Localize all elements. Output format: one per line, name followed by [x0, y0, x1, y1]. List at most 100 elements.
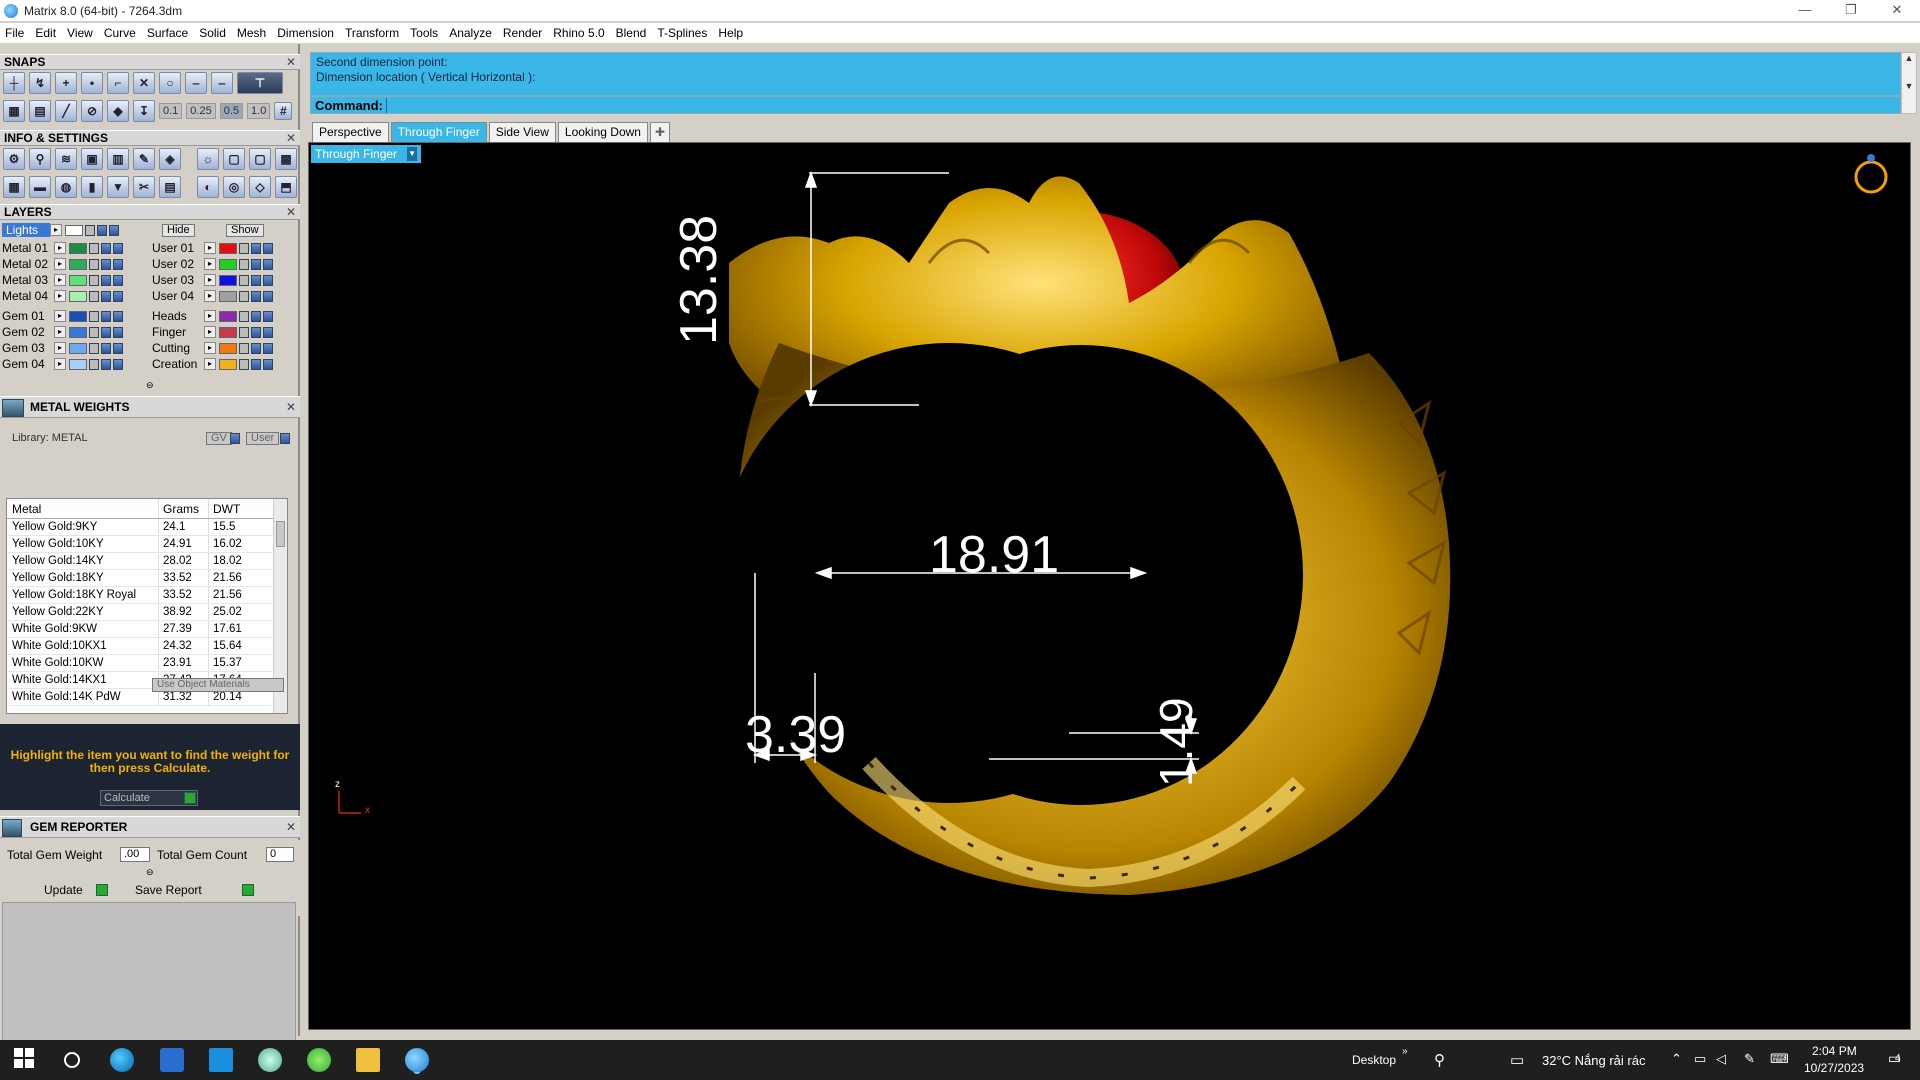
add-tab-icon[interactable]: ✚: [649, 122, 670, 142]
expand-icon[interactable]: ▸: [204, 242, 216, 254]
table-row[interactable]: Yellow Gold:10KY 24.91 16.02: [7, 536, 287, 553]
select-icon[interactable]: [113, 258, 123, 270]
save-icon[interactable]: ▤: [159, 176, 181, 198]
layer-row[interactable]: Heads ▸: [152, 309, 273, 323]
menu-mesh[interactable]: Mesh: [237, 26, 266, 40]
command-input[interactable]: [386, 98, 1886, 113]
camera-icon[interactable]: ▢: [223, 148, 245, 170]
visible-icon[interactable]: [251, 258, 261, 270]
visible-icon[interactable]: [101, 358, 111, 370]
select-icon[interactable]: [113, 290, 123, 302]
select-icon[interactable]: [263, 290, 273, 302]
desktop-toolbar[interactable]: Desktop: [1352, 1053, 1396, 1067]
table-row[interactable]: Yellow Gold:18KY Royal 33.52 21.56: [7, 587, 287, 604]
tab-through-finger[interactable]: Through Finger: [390, 122, 487, 142]
color-swatch[interactable]: [219, 258, 237, 270]
matrix-taskbar-icon[interactable]: [405, 1048, 429, 1072]
material-icon[interactable]: ◐: [197, 176, 219, 198]
snap-perp-icon[interactable]: ○: [159, 72, 181, 94]
expand-icon[interactable]: ▸: [204, 258, 216, 270]
snap-int-icon[interactable]: ✕: [133, 72, 155, 94]
expand-icon[interactable]: ▸: [54, 342, 66, 354]
doc-icon[interactable]: ▥: [107, 148, 129, 170]
ortho-icon[interactable]: ╱: [55, 100, 77, 122]
color-swatch[interactable]: [219, 310, 237, 322]
lock-icon[interactable]: [239, 242, 249, 254]
layer-row[interactable]: User 01 ▸: [152, 241, 273, 255]
visible-icon[interactable]: [251, 290, 261, 302]
calculate-button[interactable]: Calculate: [100, 790, 198, 806]
people-icon[interactable]: ⚲: [1434, 1051, 1445, 1069]
keyboard-icon[interactable]: ⌨: [1770, 1051, 1789, 1067]
file-explorer-icon[interactable]: [356, 1048, 380, 1072]
snap-value[interactable]: 0.1: [159, 103, 183, 119]
table-row[interactable]: Yellow Gold:14KY 28.02 18.02: [7, 553, 287, 570]
menu-file[interactable]: File: [5, 26, 24, 40]
menu-analyze[interactable]: Analyze: [449, 26, 492, 40]
color-swatch[interactable]: [219, 274, 237, 286]
layer-row[interactable]: Cutting ▸: [152, 341, 273, 355]
chevron-down-icon[interactable]: ▼: [1902, 81, 1916, 91]
layer-row[interactable]: Gem 01 ▸: [2, 309, 123, 323]
hide-button[interactable]: Hide: [162, 224, 195, 237]
layer-row[interactable]: Gem 04 ▸: [2, 357, 123, 371]
layer-row[interactable]: Metal 04 ▸: [2, 289, 123, 303]
snap-quad-icon[interactable]: ‒: [211, 72, 233, 94]
pen-icon[interactable]: ✎: [1744, 1051, 1755, 1067]
color-swatch[interactable]: [65, 224, 83, 236]
color-swatch[interactable]: [69, 310, 87, 322]
use-object-materials-button[interactable]: Use Object Materials: [152, 678, 284, 692]
color-swatch[interactable]: [219, 326, 237, 338]
chevron-up-icon[interactable]: ⌃: [1671, 1051, 1682, 1067]
column-header-metal[interactable]: Metal: [7, 499, 159, 518]
expand-icon[interactable]: ▸: [204, 342, 216, 354]
table-row[interactable]: White Gold:10KW 23.91 15.37: [7, 655, 287, 672]
gem-icon[interactable]: ◇: [249, 176, 271, 198]
lock-icon[interactable]: [239, 326, 249, 338]
select-icon[interactable]: [263, 274, 273, 286]
lock-icon[interactable]: [89, 310, 99, 322]
viewport[interactable]: Through Finger ▼ 13.38 18.91 3.39 1.49 z…: [308, 142, 1911, 1030]
lock-icon[interactable]: [89, 242, 99, 254]
app-icon[interactable]: [258, 1048, 282, 1072]
snap-toggle-icon[interactable]: ⊤: [237, 72, 283, 94]
layer-row[interactable]: User 04 ▸: [152, 289, 273, 303]
globe-icon[interactable]: ◍: [55, 176, 77, 198]
lock-icon[interactable]: [239, 310, 249, 322]
color-swatch[interactable]: [69, 242, 87, 254]
color-swatch[interactable]: [219, 358, 237, 370]
table-row[interactable]: White Gold:10KX1 24.32 15.64: [7, 638, 287, 655]
lights-row[interactable]: Lights ▸: [2, 223, 119, 237]
tab-perspective[interactable]: Perspective: [312, 122, 389, 142]
ring-thumbnail-icon[interactable]: [1854, 154, 1888, 194]
menu-tsplines[interactable]: T-Splines: [657, 26, 707, 40]
clock-time[interactable]: 2:04 PM: [1812, 1044, 1857, 1058]
user-icon[interactable]: [280, 433, 290, 444]
layer-row[interactable]: User 02 ▸: [152, 257, 273, 271]
select-icon[interactable]: [113, 310, 123, 322]
play-icon[interactable]: [242, 884, 254, 896]
visible-icon[interactable]: [251, 310, 261, 322]
color-swatch[interactable]: [69, 358, 87, 370]
snap-cen-icon[interactable]: ⌐: [107, 72, 129, 94]
scroll-thumb[interactable]: [276, 521, 285, 547]
planar-icon[interactable]: ▤: [29, 100, 51, 122]
grid-icon[interactable]: ▦: [3, 100, 25, 122]
expand-icon[interactable]: ▸: [54, 326, 66, 338]
menu-tools[interactable]: Tools: [410, 26, 438, 40]
menu-render[interactable]: Render: [503, 26, 542, 40]
visible-icon[interactable]: [101, 310, 111, 322]
menu-help[interactable]: Help: [718, 26, 743, 40]
snap-value[interactable]: 1.0: [247, 103, 271, 119]
menu-dimension[interactable]: Dimension: [277, 26, 334, 40]
lock-icon[interactable]: [89, 342, 99, 354]
expand-icon[interactable]: ▸: [204, 290, 216, 302]
lock-icon[interactable]: [89, 290, 99, 302]
panels-icon[interactable]: ▦: [3, 176, 25, 198]
close-icon[interactable]: ✕: [286, 820, 296, 834]
layer-row[interactable]: Metal 02 ▸: [2, 257, 123, 271]
expand-icon[interactable]: ▸: [54, 274, 66, 286]
color-swatch[interactable]: [69, 326, 87, 338]
lock-icon[interactable]: [89, 274, 99, 286]
lock-icon[interactable]: [239, 342, 249, 354]
